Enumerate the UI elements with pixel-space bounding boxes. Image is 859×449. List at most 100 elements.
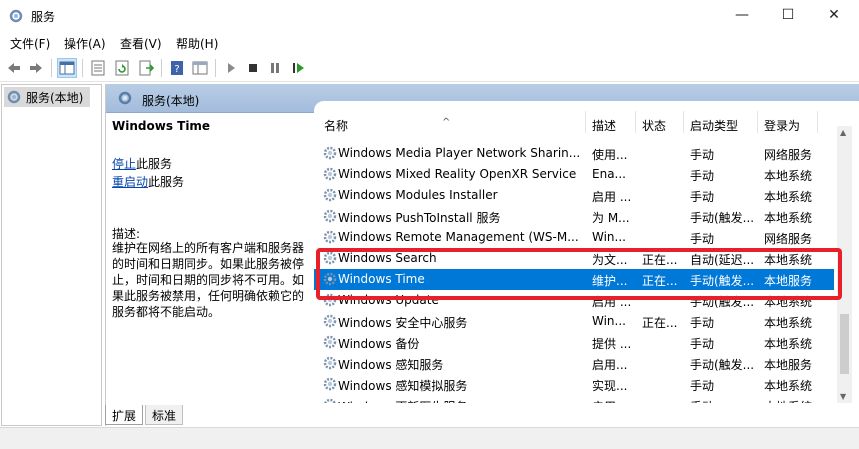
menu-action[interactable]: 操作(A) bbox=[64, 35, 106, 52]
menu-file[interactable]: 文件(F) bbox=[10, 35, 50, 52]
help-icon[interactable]: ? bbox=[167, 58, 187, 78]
tab-standard[interactable]: 标准 bbox=[145, 405, 184, 425]
toolbar-separator bbox=[161, 59, 162, 77]
cell-startup: 手动 bbox=[690, 379, 715, 393]
cell-desc: 为文... bbox=[592, 253, 628, 267]
scroll-up-icon[interactable]: ▲ bbox=[840, 128, 846, 137]
cell-startup: 手动 bbox=[690, 398, 756, 403]
tab-extended[interactable]: 扩展 bbox=[105, 405, 144, 425]
stop-action-line: 停止此服务 bbox=[112, 155, 172, 172]
cell-startup: 手动 bbox=[690, 337, 715, 351]
console-tree: 服务(本地) bbox=[1, 84, 102, 426]
start-service-icon[interactable] bbox=[221, 58, 241, 78]
cell-status: 正在... bbox=[642, 274, 678, 288]
service-row[interactable]: Windows 安全中心服务 Win... 正在... 手动 本地系统 bbox=[314, 311, 834, 332]
vertical-scrollbar[interactable]: ▲ ▼ bbox=[837, 126, 852, 403]
forward-icon[interactable] bbox=[26, 58, 46, 78]
toolbar-separator bbox=[51, 59, 52, 77]
refresh-icon[interactable] bbox=[112, 58, 132, 78]
cell-logon: 本地服务 bbox=[764, 358, 813, 372]
cell-status: 正在... bbox=[642, 316, 678, 330]
menu-view[interactable]: 查看(V) bbox=[120, 35, 162, 52]
minimize-button[interactable]: — bbox=[719, 0, 765, 30]
cell-logon: 本地系统 bbox=[764, 316, 813, 330]
service-row[interactable]: Windows Update 启用 ... 手动(触发... 本地系统 bbox=[314, 290, 834, 311]
cell-desc: Win... bbox=[592, 314, 626, 328]
column-header-description[interactable]: 描述 bbox=[586, 101, 636, 143]
column-header-startup-type[interactable]: 启动类型 bbox=[684, 101, 758, 143]
services-main-pane: 服务(本地) Windows Time 停止此服务 重启动此服务 描述: 维护在… bbox=[105, 84, 859, 426]
close-button[interactable]: ✕ bbox=[811, 0, 857, 30]
back-icon[interactable] bbox=[4, 58, 24, 78]
column-name-label: 名称 bbox=[324, 119, 349, 133]
title-bar: 服务 — ☐ ✕ bbox=[0, 0, 859, 32]
cell-logon: 本地系统 bbox=[764, 190, 813, 204]
cell-name: Windows 更新医生服务 bbox=[338, 398, 582, 403]
description-text: 维护在网络上的所有客户端和服务器的时间和日期同步。如果此服务被停止，时间和日期的… bbox=[112, 241, 305, 319]
toolbar-separator bbox=[215, 59, 216, 77]
cell-startup: 手动(触发... bbox=[690, 211, 755, 225]
cell-startup: 手动(触发... bbox=[690, 274, 755, 288]
service-row[interactable]: Windows 感知模拟服务 实现... 手动 本地系统 bbox=[314, 374, 834, 395]
cell-startup: 手动 bbox=[690, 190, 715, 204]
service-row[interactable]: Windows Media Player Network Sharin... 使用… bbox=[314, 143, 834, 164]
tree-item-local-services[interactable]: 服务(本地) bbox=[4, 87, 90, 107]
column-header-name[interactable]: ^ 名称 bbox=[314, 101, 586, 143]
service-row[interactable]: Windows Search 为文... 正在... 自动(延迟... 本地系统 bbox=[314, 248, 834, 269]
service-row[interactable]: Windows Modules Installer 启用 ... 手动 本地系统 bbox=[314, 185, 834, 206]
maximize-button[interactable]: ☐ bbox=[765, 0, 811, 30]
service-gear-icon bbox=[322, 229, 338, 248]
service-row[interactable]: Windows Remote Management (WS-M... Win...… bbox=[314, 227, 834, 248]
service-row[interactable]: Windows PushToInstall 服务 为 M... 手动(触发... 本地… bbox=[314, 206, 834, 227]
stop-service-icon[interactable] bbox=[243, 58, 263, 78]
restart-action-line: 重启动此服务 bbox=[112, 173, 184, 190]
scrollbar-thumb[interactable] bbox=[840, 314, 849, 374]
cell-desc: 维护... bbox=[592, 274, 628, 288]
scroll-down-icon[interactable]: ▼ bbox=[840, 392, 846, 401]
column-logon-label: 登录为 bbox=[764, 119, 801, 133]
column-status-label: 状态 bbox=[642, 119, 667, 133]
menu-help[interactable]: 帮助(H) bbox=[176, 35, 218, 52]
extended-description-pane: Windows Time 停止此服务 重启动此服务 描述: 维护在网络上的所有客… bbox=[106, 113, 314, 403]
cell-name: Windows 安全中心服务 bbox=[338, 316, 468, 330]
service-row[interactable]: Windows 感知服务 启用... 手动(触发... 本地服务 bbox=[314, 353, 834, 374]
cell-name: Windows Media Player Network Sharin... bbox=[338, 146, 581, 160]
cell-startup: 手动 bbox=[690, 148, 715, 162]
service-row[interactable]: Windows 备份 提供 ... 手动 本地系统 bbox=[314, 332, 834, 353]
cell-logon: 本地系统 bbox=[764, 337, 813, 351]
cell-name: Windows PushToInstall 服务 bbox=[338, 211, 501, 225]
export-list-icon[interactable] bbox=[136, 58, 156, 78]
service-row[interactable]: Windows Time 维护... 正在... 手动(触发... 本地服务 bbox=[314, 269, 834, 290]
restart-service-icon[interactable] bbox=[288, 58, 308, 78]
cell-startup: 手动 bbox=[690, 316, 715, 330]
services-header-icon bbox=[117, 90, 133, 109]
cell-desc: 提供 ... bbox=[592, 337, 632, 351]
service-gear-icon bbox=[322, 397, 338, 403]
details-view-icon[interactable] bbox=[190, 58, 210, 78]
service-row[interactable]: Windows 更新医生服务 启用 ... 手动 本地系统 bbox=[314, 395, 834, 403]
cell-name: Windows Update bbox=[338, 293, 439, 307]
cell-name: Windows Remote Management (WS-M... bbox=[338, 230, 579, 244]
restart-action-suffix: 此服务 bbox=[148, 175, 185, 189]
service-row[interactable]: Windows Mixed Reality OpenXR Service Ena.… bbox=[314, 164, 834, 185]
column-divider[interactable] bbox=[817, 111, 818, 133]
restart-service-link[interactable]: 重启动 bbox=[112, 175, 148, 189]
properties-icon[interactable] bbox=[88, 58, 108, 78]
cell-logon: 本地系统 bbox=[764, 295, 813, 309]
cell-name: Windows Modules Installer bbox=[338, 188, 498, 202]
cell-desc: Win... bbox=[592, 230, 626, 244]
tree-item-label: 服务(本地) bbox=[26, 90, 84, 105]
column-header-logon-as[interactable]: 登录为 bbox=[758, 101, 818, 143]
service-gear-icon bbox=[322, 376, 338, 395]
pause-service-icon[interactable] bbox=[265, 58, 285, 78]
cell-logon: 本地系统 bbox=[764, 253, 813, 267]
show-hide-tree-icon[interactable] bbox=[57, 58, 77, 78]
cell-logon: 本地系统 bbox=[764, 169, 813, 183]
svg-text:?: ? bbox=[174, 64, 179, 75]
cell-name: Windows Search bbox=[338, 251, 437, 265]
cell-desc: 启用... bbox=[592, 358, 628, 372]
service-gear-icon bbox=[322, 271, 338, 290]
stop-service-link[interactable]: 停止 bbox=[112, 157, 136, 171]
column-header-status[interactable]: 状态 bbox=[636, 101, 684, 143]
cell-status: 正在... bbox=[642, 253, 678, 267]
